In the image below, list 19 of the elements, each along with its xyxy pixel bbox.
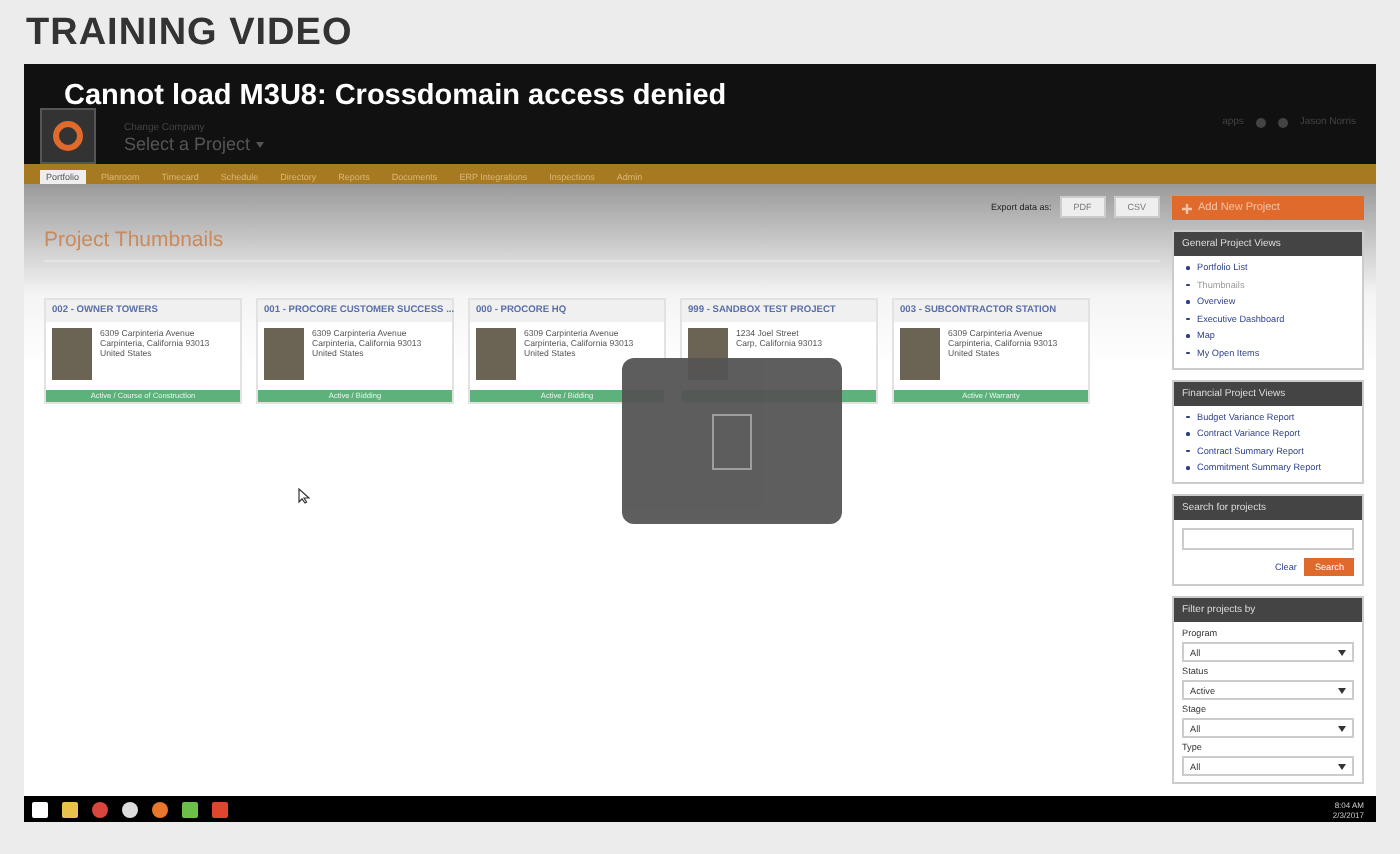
plus-icon xyxy=(1182,203,1192,213)
photo-placeholder xyxy=(264,328,304,380)
caret-icon xyxy=(1338,725,1346,731)
cursor-icon xyxy=(298,488,310,504)
logo-icon xyxy=(40,108,96,164)
photo-placeholder xyxy=(52,328,92,380)
caret-icon xyxy=(1338,687,1346,693)
section-heading: Project Thumbnails xyxy=(44,228,1160,262)
error-message: Cannot load M3U8: Crossdomain access denied xyxy=(64,80,727,112)
frame-icon xyxy=(712,413,752,469)
search-field[interactable] xyxy=(1182,528,1354,550)
caret-icon xyxy=(256,142,265,149)
caret-icon xyxy=(1338,763,1346,769)
project-dropdown[interactable]: Select a Project xyxy=(124,134,265,154)
photo-placeholder xyxy=(900,328,940,380)
circle-icon[interactable] xyxy=(122,801,138,817)
photo-placeholder xyxy=(476,328,516,380)
caret-icon xyxy=(1338,649,1346,655)
page-title: TRAINING VIDEO xyxy=(24,10,355,58)
